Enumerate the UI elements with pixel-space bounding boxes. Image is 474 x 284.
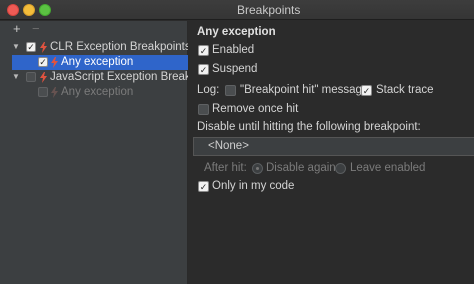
remove-breakpoint-button[interactable]: − xyxy=(32,22,40,36)
close-window-button[interactable] xyxy=(7,4,19,16)
tree-item-label: JavaScript Exception Breakpoints xyxy=(50,71,188,83)
remove-once-hit-label: Remove once hit xyxy=(212,103,299,115)
add-breakpoint-button[interactable]: + xyxy=(13,22,21,36)
tree-item-js-any-exception[interactable]: Any exception xyxy=(0,85,188,100)
suspend-checkbox[interactable]: ✓ xyxy=(198,64,209,75)
tree-toolbar: + − xyxy=(0,21,188,39)
enabled-label: Enabled xyxy=(212,44,255,56)
remove-once-hit-checkbox[interactable] xyxy=(198,104,209,115)
tree-item-clr-any-exception[interactable]: ✓ Any exception xyxy=(12,55,188,70)
only-my-code-label: Only in my code xyxy=(212,180,295,192)
exception-bolt-icon xyxy=(40,72,47,83)
js-any-exception-checkbox[interactable] xyxy=(38,87,48,97)
enabled-checkbox[interactable]: ✓ xyxy=(198,45,209,56)
disable-until-label: Disable until hitting the following brea… xyxy=(197,121,421,133)
breakpoint-details-panel: Any exception ✓ Enabled ✓ Suspend Log: "… xyxy=(189,21,474,284)
minimize-window-button[interactable] xyxy=(23,4,35,16)
maximize-window-button[interactable] xyxy=(39,4,51,16)
tree-item-label: Any exception xyxy=(61,86,134,98)
title-bar: Breakpoints xyxy=(0,0,474,20)
exception-bolt-icon xyxy=(51,87,58,98)
tree-group-clr[interactable]: ▼ ✓ CLR Exception Breakpoints xyxy=(0,40,188,55)
javascript-group-checkbox[interactable] xyxy=(26,72,36,82)
suspend-label: Suspend xyxy=(212,63,258,75)
stack-trace-label: Stack trace xyxy=(376,84,434,96)
tree-item-label: CLR Exception Breakpoints xyxy=(50,41,188,53)
tree-group-javascript[interactable]: ▼ JavaScript Exception Breakpoints xyxy=(0,70,188,85)
stack-trace-checkbox[interactable]: ✓ xyxy=(361,85,372,96)
log-label: Log: xyxy=(197,84,220,96)
details-heading: Any exception xyxy=(197,26,276,38)
log-message-label: "Breakpoint hit" message xyxy=(240,84,369,96)
log-message-checkbox[interactable] xyxy=(225,85,236,96)
leave-enabled-label: Leave enabled xyxy=(350,162,426,174)
clr-group-checkbox[interactable]: ✓ xyxy=(26,42,36,52)
disable-again-label: Disable again xyxy=(266,162,336,174)
exception-bolt-icon xyxy=(51,57,58,68)
after-hit-label: After hit: xyxy=(204,162,247,174)
tree-item-label: Any exception xyxy=(61,56,134,68)
breakpoints-tree-panel: + − ▼ ✓ CLR Exception Breakpoints ✓ Any … xyxy=(0,21,188,284)
window-title: Breakpoints xyxy=(237,3,301,17)
exception-bolt-icon xyxy=(40,42,47,53)
clr-any-exception-checkbox[interactable]: ✓ xyxy=(38,57,48,67)
expand-arrow-icon[interactable]: ▼ xyxy=(12,42,20,51)
leave-enabled-radio[interactable] xyxy=(335,163,346,174)
disable-again-radio[interactable] xyxy=(252,163,263,174)
disable-until-select[interactable]: <None> xyxy=(193,137,474,156)
only-my-code-checkbox[interactable]: ✓ xyxy=(198,181,209,192)
expand-arrow-icon[interactable]: ▼ xyxy=(12,72,20,81)
